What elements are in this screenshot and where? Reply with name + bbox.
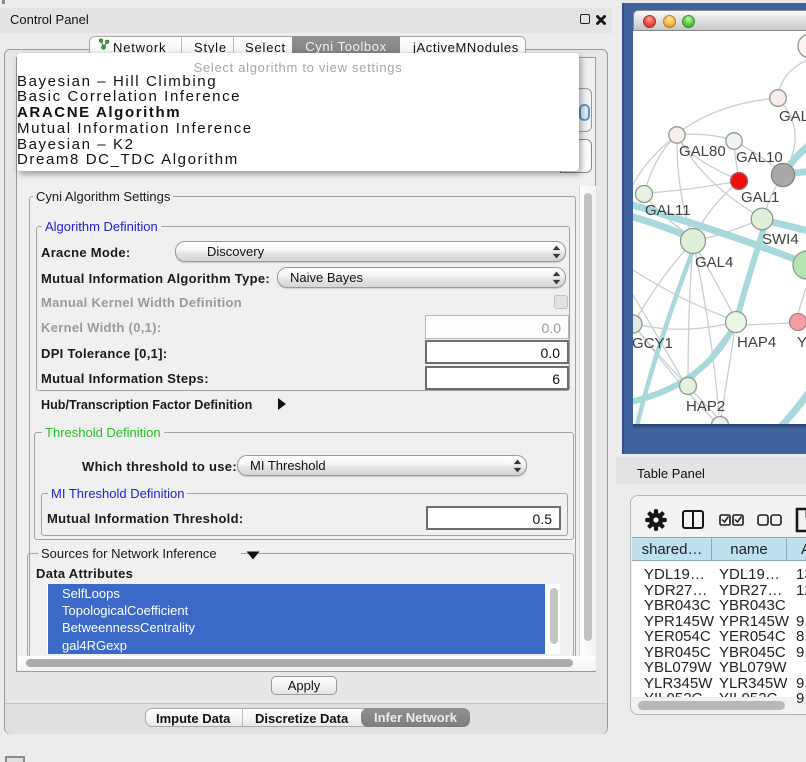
svg-text:HAP4: HAP4 (737, 334, 776, 351)
svg-text:GCY1: GCY1 (633, 335, 673, 352)
svg-text:GAL10: GAL10 (736, 149, 783, 166)
svg-text:GAL80: GAL80 (679, 143, 726, 160)
svg-text:Y: Y (797, 334, 806, 351)
svg-text:GAL4: GAL4 (695, 254, 733, 271)
svg-text:SWI4: SWI4 (762, 231, 799, 248)
svg-text:GAL11: GAL11 (645, 202, 691, 219)
svg-text:GAL1: GAL1 (741, 189, 779, 206)
svg-text:GAL: GAL (779, 108, 806, 125)
svg-text:HAP2: HAP2 (686, 398, 725, 415)
